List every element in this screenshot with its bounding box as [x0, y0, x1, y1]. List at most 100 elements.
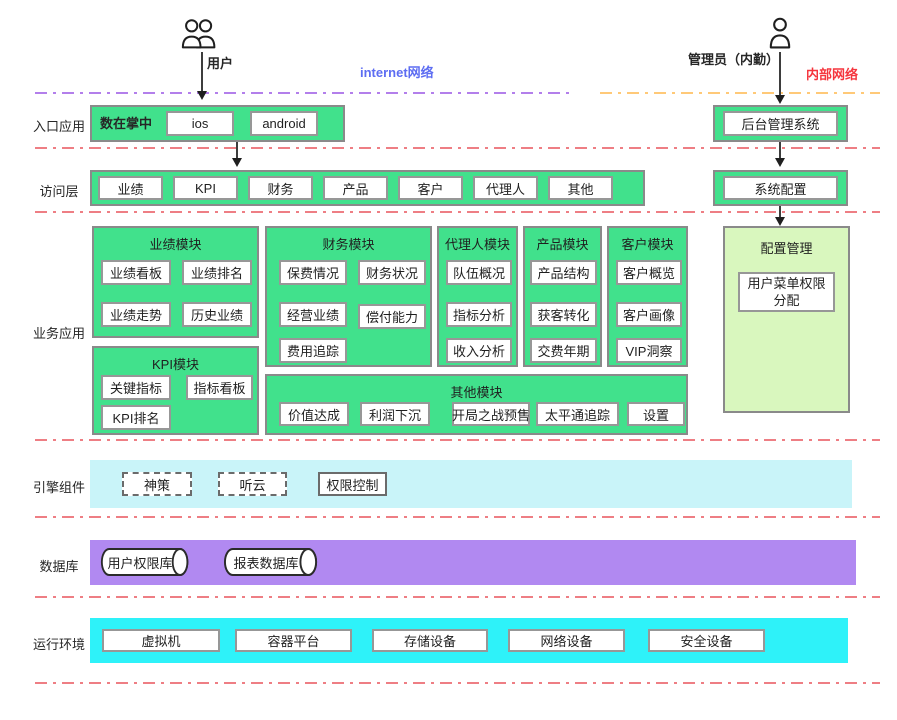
layer-label-access: 访问层 [30, 181, 88, 200]
cylinder-label: 用户权限库 [106, 547, 174, 577]
system-config-band: 系统配置 [713, 170, 848, 206]
engine-band: 神策 听云 权限控制 [90, 460, 852, 508]
kpi-module: KPI模块 关键指标 指标看板 KPI排名 [92, 346, 259, 435]
module-chip: 设置 [627, 402, 685, 426]
layer-label-engine: 引擎组件 [30, 477, 88, 496]
internet-network-label: internet网络 [360, 62, 434, 81]
module-chip: 业绩看板 [101, 260, 171, 285]
access-chip: 业绩 [98, 176, 163, 200]
engine-chip: 听云 [218, 472, 287, 496]
database-band: 用户权限库 报表数据库 [90, 540, 856, 585]
separator-line [35, 516, 880, 518]
runtime-chip: 安全设备 [648, 629, 765, 652]
internal-network-label: 内部网络 [806, 64, 858, 83]
module-chip: 用户菜单权限分配 [738, 272, 835, 312]
access-chip: 其他 [548, 176, 613, 200]
module-chip: VIP洞察 [616, 338, 682, 363]
config-manage-module: 配置管理 用户菜单权限分配 [723, 226, 850, 413]
entry-to-access-arrow [236, 142, 238, 159]
module-chip: 财务状况 [358, 260, 426, 285]
admin-label: 管理员（内勤） [688, 52, 779, 68]
admin-icon [767, 17, 793, 49]
module-title: KPI模块 [94, 348, 257, 373]
separator-line [35, 147, 880, 149]
module-title: 财务模块 [267, 228, 430, 253]
cylinder-label: 报表数据库 [229, 547, 303, 577]
performance-module: 业绩模块 业绩看板 业绩排名 业绩走势 历史业绩 [92, 226, 259, 338]
module-title: 客户模块 [609, 228, 686, 253]
product-module: 产品模块 产品结构 获客转化 交费年期 [523, 226, 602, 367]
architecture-diagram: 用户 internet网络 管理员（内勤） 内部网络 入口应用 访问层 业务应用… [0, 0, 897, 720]
admin-to-backend-arrow [779, 52, 781, 96]
internal-boundary-line [600, 92, 880, 94]
brand-label: 数在掌中 [100, 116, 152, 132]
access-chip: 产品 [323, 176, 388, 200]
module-chip: 客户画像 [616, 302, 682, 327]
module-chip: 指标分析 [446, 302, 512, 327]
module-chip: 保费情况 [279, 260, 347, 285]
system-config-chip: 系统配置 [723, 176, 838, 200]
module-chip: 交费年期 [530, 338, 597, 363]
separator-line [35, 439, 880, 441]
module-chip: 产品结构 [530, 260, 597, 285]
access-layer-band: 业绩 KPI 财务 产品 客户 代理人 其他 [90, 170, 645, 206]
backend-system-chip: 后台管理系统 [723, 111, 838, 136]
layer-label-business: 业务应用 [30, 323, 88, 342]
layer-label-runtime: 运行环境 [30, 634, 88, 653]
user-label: 用户 [207, 56, 233, 72]
customer-module: 客户模块 客户概览 客户画像 VIP洞察 [607, 226, 688, 367]
module-chip: 关键指标 [101, 375, 171, 400]
database-cylinder: 用户权限库 [100, 547, 192, 577]
module-chip: 客户概览 [616, 260, 682, 285]
database-cylinder: 报表数据库 [223, 547, 321, 577]
runtime-band: 虚拟机 容器平台 存储设备 网络设备 安全设备 [90, 618, 848, 663]
module-chip: 业绩排名 [182, 260, 252, 285]
module-title: 其他模块 [267, 376, 686, 401]
module-chip: 业绩走势 [101, 302, 171, 327]
agent-module: 代理人模块 队伍概况 指标分析 收入分析 [437, 226, 518, 367]
module-chip: 价值达成 [279, 402, 349, 426]
module-title: 配置管理 [725, 228, 848, 257]
engine-chip: 权限控制 [318, 472, 387, 496]
module-chip: 历史业绩 [182, 302, 252, 327]
engine-chip: 神策 [122, 472, 192, 496]
module-chip: 费用追踪 [279, 338, 347, 363]
access-chip: 客户 [398, 176, 463, 200]
runtime-chip: 容器平台 [235, 629, 352, 652]
module-chip: 利润下沉 [360, 402, 430, 426]
access-chip: 财务 [248, 176, 313, 200]
separator-line [35, 211, 880, 213]
user-to-entry-arrow [201, 52, 203, 92]
internet-boundary-line [35, 92, 575, 94]
module-chip: 获客转化 [530, 302, 597, 327]
access-chip: KPI [173, 176, 238, 200]
module-chip: 开局之战预售 [452, 402, 530, 426]
backend-to-config-arrow [779, 142, 781, 159]
layer-label-database: 数据库 [30, 556, 88, 575]
config-to-manage-arrow [779, 206, 781, 218]
ios-chip: ios [166, 111, 234, 136]
other-module: 其他模块 价值达成 利润下沉 开局之战预售 太平通追踪 设置 [265, 374, 688, 435]
module-title: 产品模块 [525, 228, 600, 253]
layer-label-entry: 入口应用 [30, 116, 88, 135]
runtime-chip: 网络设备 [508, 629, 625, 652]
module-chip: 太平通追踪 [536, 402, 619, 426]
separator-line [35, 596, 880, 598]
entry-app-band: 数在掌中 ios android [90, 105, 345, 142]
module-chip: 指标看板 [186, 375, 253, 400]
runtime-chip: 虚拟机 [102, 629, 220, 652]
finance-module: 财务模块 保费情况 财务状况 经营业绩 偿付能力 费用追踪 [265, 226, 432, 367]
backend-system-band: 后台管理系统 [713, 105, 848, 142]
module-chip: KPI排名 [101, 405, 171, 430]
access-chip: 代理人 [473, 176, 538, 200]
module-chip: 偿付能力 [358, 304, 426, 329]
separator-line [35, 682, 880, 684]
users-icon [179, 18, 219, 49]
module-chip: 队伍概况 [446, 260, 512, 285]
module-title: 代理人模块 [439, 228, 516, 253]
android-chip: android [250, 111, 318, 136]
module-chip: 收入分析 [446, 338, 512, 363]
module-chip: 经营业绩 [279, 302, 347, 327]
runtime-chip: 存储设备 [372, 629, 488, 652]
module-title: 业绩模块 [94, 228, 257, 253]
